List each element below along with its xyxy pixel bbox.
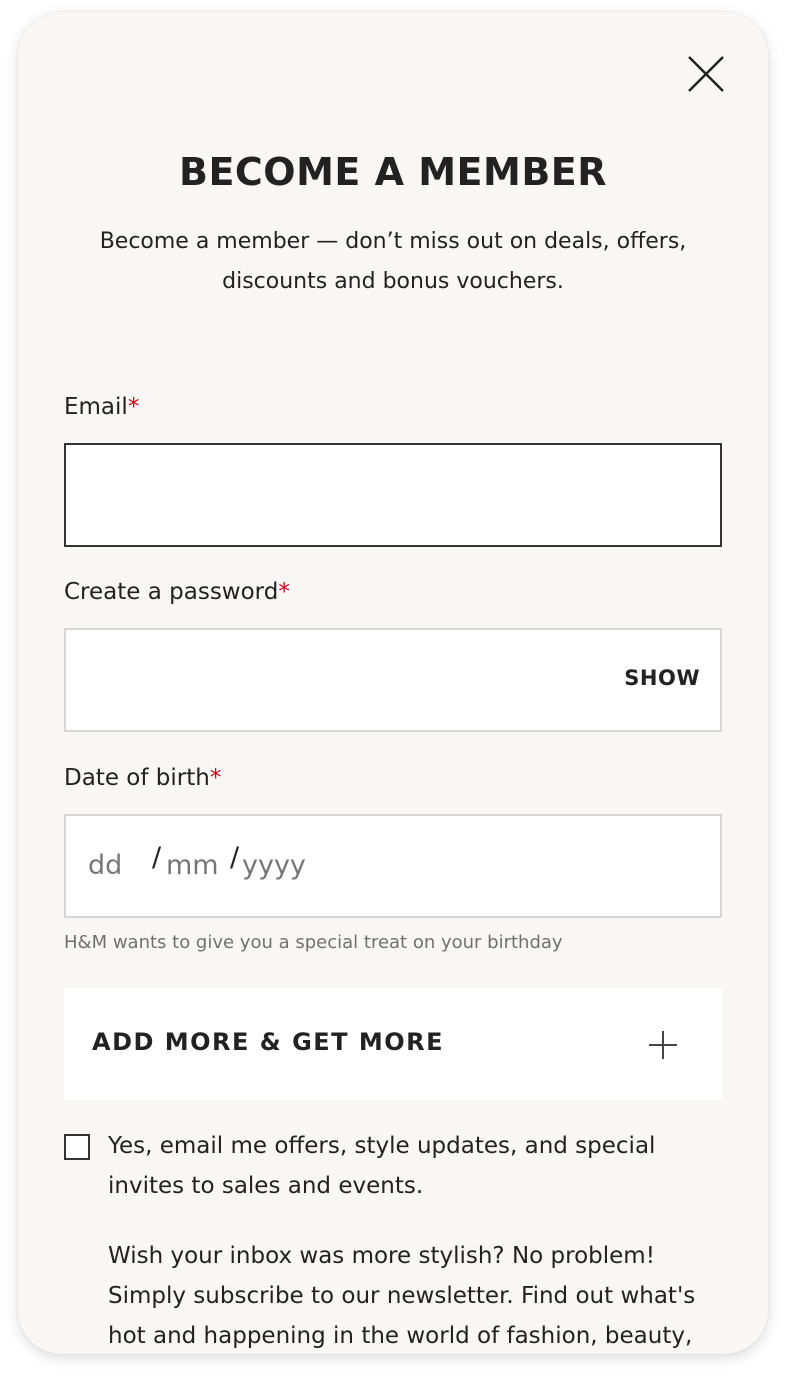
show-password-button[interactable]: SHOW [624, 666, 700, 690]
modal-title: BECOME A MEMBER [178, 150, 608, 194]
dob-hint: H&M wants to give you a special treat on… [64, 932, 563, 953]
dob-separator: / [152, 842, 162, 873]
dob-month-input[interactable]: mm [166, 850, 219, 881]
required-mark: * [209, 765, 222, 791]
modal-subtitle: Become a member — don’t miss out on deal… [99, 229, 687, 294]
marketing-opt-in-checkbox[interactable] [64, 1134, 90, 1160]
email-label-text: Email [64, 394, 128, 420]
signup-modal: BECOME A MEMBER Become a member — don’t … [18, 12, 768, 1354]
dob-year-input[interactable]: yyyy [242, 850, 306, 881]
password-label-text: Create a password [64, 579, 279, 605]
dob-separator: / [230, 842, 240, 873]
marketing-opt-in-label[interactable]: Yes, email me offers, style updates, and… [108, 1126, 708, 1206]
dob-day-input[interactable]: dd [88, 850, 122, 881]
password-label: Create a password* [64, 579, 290, 605]
password-field[interactable]: SHOW [64, 628, 722, 732]
add-more-label: ADD MORE & GET MORE [92, 1028, 445, 1056]
add-more-accordion[interactable]: ADD MORE & GET MORE [64, 988, 722, 1100]
dob-label: Date of birth* [64, 765, 221, 791]
plus-icon [649, 1031, 677, 1059]
newsletter-description: Wish your inbox was more stylish? No pro… [108, 1243, 696, 1349]
required-mark: * [278, 579, 290, 605]
dob-field[interactable]: dd / mm / yyyy [64, 814, 722, 918]
password-input[interactable] [66, 630, 720, 730]
email-field[interactable] [64, 443, 722, 547]
close-button[interactable] [684, 52, 728, 96]
dob-label-text: Date of birth [64, 765, 210, 791]
required-mark: * [127, 394, 140, 420]
close-icon[interactable] [684, 52, 728, 96]
email-input[interactable] [66, 445, 720, 545]
email-label: Email* [64, 394, 139, 420]
